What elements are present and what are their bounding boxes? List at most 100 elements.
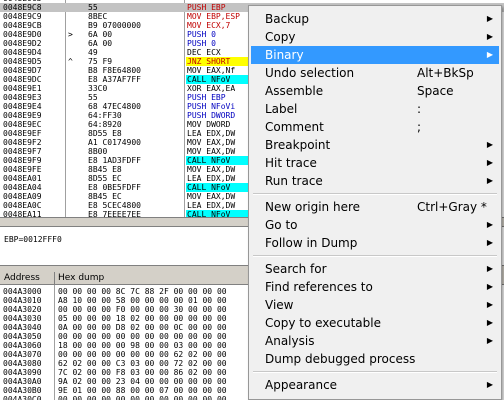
menu-item-view[interactable]: View ▶	[251, 296, 499, 314]
disasm-address: 0048E9EC	[3, 120, 42, 129]
disasm-instruction: CALL NFoV	[186, 75, 257, 84]
submenu-arrow-icon: ▶	[486, 336, 493, 345]
column-divider	[54, 285, 55, 400]
submenu-arrow-icon: ▶	[486, 176, 493, 185]
dump-hex: 7C 02 00 00 F8 03 00 00 86 02 00 00	[58, 368, 227, 377]
dump-hex: 18 00 00 00 00 98 00 00 03 00 00 00	[58, 341, 227, 350]
dump-hex: 00 00 00 00 F0 00 00 00 30 00 00 00	[58, 305, 227, 314]
dump-hex: 62 02 00 00 C3 03 00 00 72 02 00 00	[58, 359, 227, 368]
menu-item-backup[interactable]: Backup ▶	[251, 10, 499, 28]
menu-item-appearance[interactable]: Appearance ▶	[251, 376, 499, 394]
menu-item-go-to[interactable]: Go to ▶	[251, 216, 499, 234]
dump-address: 004A3070	[3, 350, 42, 359]
dump-hex: 00 00 00 00 00 00 00 00 00 00 00 00	[58, 332, 227, 341]
disasm-instruction: MOV DWORD	[187, 120, 231, 129]
dump-address: 004A3090	[3, 368, 42, 377]
disasm-hex: 8BEC	[88, 12, 108, 21]
disasm-address: 0048E9C8	[3, 3, 42, 12]
menu-item-label[interactable]: Label:	[251, 100, 499, 118]
dump-hex: 00 00 00 00 8C 7C 88 2F 00 00 00 00	[58, 287, 227, 296]
submenu-arrow-icon: ▶	[486, 140, 493, 149]
menu-item-undo-selection[interactable]: Undo selection Alt+BkSp	[251, 64, 499, 82]
jump-marker: ^	[68, 57, 73, 66]
menu-item-hit-trace[interactable]: Hit trace ▶	[251, 154, 499, 172]
menu-item-new-origin-here[interactable]: New origin here Ctrl+Gray *	[251, 198, 499, 216]
disasm-instruction: MOV EAX,DW	[187, 147, 236, 156]
menu-item-dump-debugged-process[interactable]: Dump debugged process	[251, 350, 499, 368]
disasm-address: 0048E9E9	[3, 111, 42, 120]
menu-item-shortcut: Alt+BkSp	[417, 66, 474, 80]
menu-separator	[253, 193, 497, 195]
menu-item-comment[interactable]: Comment;	[251, 118, 499, 136]
dump-address: 004A3020	[3, 305, 42, 314]
dump-hex: A8 10 00 00 58 00 00 00 00 01 00 00	[58, 296, 227, 305]
menu-item-search-for[interactable]: Search for ▶	[251, 260, 499, 278]
disasm-hex: 55	[88, 93, 98, 102]
disasm-address: 0048E9D5	[3, 57, 42, 66]
dump-hex: 9A 02 00 00 23 04 00 00 00 00 00 00	[58, 377, 227, 386]
menu-item-analysis[interactable]: Analysis ▶	[251, 332, 499, 350]
disasm-address: 0048E9F7	[3, 147, 42, 156]
dump-header-hex[interactable]: Hex dump	[58, 273, 104, 283]
dump-hex: 05 00 00 00 18 02 00 00 00 00 00 00	[58, 314, 227, 323]
disasm-instruction: PUSH DWORD	[187, 111, 236, 120]
menu-item-breakpoint[interactable]: Breakpoint ▶	[251, 136, 499, 154]
disasm-address: 0048E9F2	[3, 138, 42, 147]
disasm-address: 0048EA01	[3, 174, 42, 183]
disasm-hex: 68 47EC4800	[88, 102, 141, 111]
disasm-instruction: PUSH NFoVi	[187, 102, 236, 111]
submenu-arrow-icon: ▶	[486, 282, 493, 291]
submenu-arrow-icon: ▶	[486, 220, 493, 229]
menu-item-label: Follow in Dump	[265, 236, 358, 250]
menu-item-run-trace[interactable]: Run trace ▶	[251, 172, 499, 190]
menu-item-binary[interactable]: Binary ▶	[251, 46, 499, 64]
menu-item-label: New origin here	[265, 200, 361, 214]
disasm-instruction: PUSH 0	[187, 39, 216, 48]
menu-item-shortcut: Ctrl+Gray *	[417, 200, 487, 214]
disasm-hex: E8 A37AF7FF	[88, 75, 141, 84]
menu-item-label: Go to	[265, 218, 298, 232]
disasm-address: 0048E9E1	[3, 84, 42, 93]
menu-item-assemble[interactable]: Assemble Space	[251, 82, 499, 100]
disasm-hex: 8B45 EC	[88, 192, 122, 201]
menu-item-shortcut: Space	[417, 84, 454, 98]
disasm-address: 0048E9DC	[3, 75, 42, 84]
menu-item-label: Find references to	[265, 280, 373, 294]
submenu-arrow-icon: ▶	[486, 238, 493, 247]
dump-address: 004A3080	[3, 359, 42, 368]
menu-item-find-references-to[interactable]: Find references to ▶	[251, 278, 499, 296]
dump-address: 004A3060	[3, 341, 42, 350]
menu-item-label: Run trace	[265, 174, 323, 188]
menu-item-copy-to-executable[interactable]: Copy to executable ▶	[251, 314, 499, 332]
disasm-instruction: LEA EDX,DW	[187, 201, 236, 210]
disasm-address: 0048EA04	[3, 183, 42, 192]
disasm-address: 0048E9D0	[3, 30, 42, 39]
disasm-hex: E8 0BE5FDFF	[88, 183, 141, 192]
submenu-arrow-icon: ▶	[486, 380, 493, 389]
submenu-arrow-icon: ▶	[486, 264, 493, 273]
disasm-address: 0048E9CB	[3, 21, 42, 30]
disasm-instruction: MOV EAX,DW	[187, 192, 236, 201]
disasm-hex: 55	[88, 3, 98, 12]
disasm-hex: B9 07000000	[88, 21, 141, 30]
menu-item-label: Appearance	[265, 378, 338, 392]
disasm-hex: B8 F8E64800	[88, 66, 141, 75]
disasm-hex: 75 F9	[88, 57, 113, 66]
menu-item-copy[interactable]: Copy ▶	[251, 28, 499, 46]
menu-item-follow-in-dump[interactable]: Follow in Dump ▶	[251, 234, 499, 252]
disasm-hex: E8 5CEC4800	[88, 201, 141, 210]
column-divider[interactable]	[54, 272, 55, 284]
disasm-hex: 49	[88, 48, 98, 57]
disasm-hex: 6A 00	[88, 39, 113, 48]
disasm-instruction: MOV EBP,ESP	[187, 12, 240, 21]
jump-marker: >	[68, 30, 73, 39]
dump-address: 004A3010	[3, 296, 42, 305]
dump-address: 004A30B0	[3, 386, 42, 395]
disasm-instruction: PUSH 0	[187, 30, 216, 39]
menu-item-label: Breakpoint	[265, 138, 331, 152]
disasm-address: 0048EA0C	[3, 201, 42, 210]
disasm-address: 0048E9D4	[3, 48, 42, 57]
menu-item-label: Binary	[265, 48, 304, 62]
disasm-instruction: DEC ECX	[187, 48, 221, 57]
dump-header-address[interactable]: Address	[4, 273, 40, 283]
